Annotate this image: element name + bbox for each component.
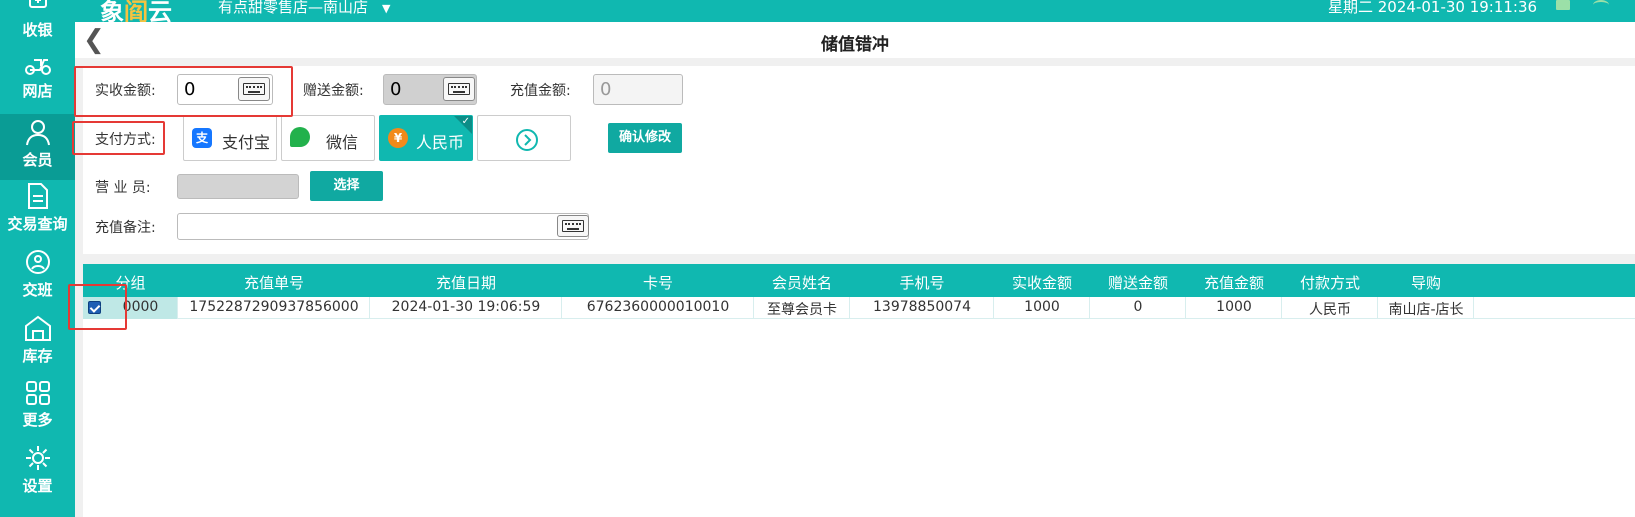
chevron-circle-right-icon bbox=[516, 129, 538, 151]
store-selector[interactable]: 有点甜零售店—南山店 ▼ bbox=[218, 0, 390, 17]
select-staff-button[interactable]: 选择 bbox=[310, 171, 383, 201]
shift-icon bbox=[25, 250, 50, 274]
recharge-amount-input: 0 bbox=[593, 74, 683, 105]
check-icon: ✓ bbox=[461, 116, 470, 127]
cell-phone: 13978850074 bbox=[873, 299, 971, 315]
sidebar-item-label: 设置 bbox=[22, 477, 53, 495]
cell-date: 2024-01-30 19:06:59 bbox=[391, 299, 541, 315]
sidebar-item-label: 网店 bbox=[22, 82, 53, 100]
payment-alipay-label: 支付宝 bbox=[222, 133, 271, 152]
sidebar-item-label: 更多 bbox=[22, 411, 53, 429]
recharge-table: 分组 充值单号 充值日期 卡号 会员姓名 手机号 实收金额 赠送金额 充值金额 … bbox=[83, 264, 1635, 517]
delivery-icon bbox=[24, 59, 51, 75]
sidebar: 收银 网店 会员 交易查询 交班 库存 更多 设置 bbox=[0, 0, 75, 517]
col-header: 卡号 bbox=[642, 274, 673, 292]
sidebar-item-cashier[interactable]: 收银 bbox=[0, 0, 75, 56]
recharge-amount-label: 充值金额: bbox=[510, 83, 571, 99]
cell-member-name: 至尊会员卡 bbox=[767, 302, 837, 318]
cell-recharge-amount: 1000 bbox=[1216, 299, 1252, 315]
recharge-amount-value: 0 bbox=[600, 79, 612, 100]
highlight-payment-label bbox=[72, 121, 165, 155]
table-header: 分组 充值单号 充值日期 卡号 会员姓名 手机号 实收金额 赠送金额 充值金额 … bbox=[83, 264, 1635, 297]
wechat-icon bbox=[290, 127, 310, 147]
payment-more-button[interactable] bbox=[477, 115, 571, 161]
sidebar-item-label: 交班 bbox=[22, 281, 53, 299]
sidebar-item-label: 会员 bbox=[22, 151, 53, 169]
col-header: 充值金额 bbox=[1203, 274, 1264, 292]
remark-input[interactable] bbox=[177, 213, 589, 240]
grid-icon bbox=[25, 381, 50, 405]
cell-guide: 南山店-店长 bbox=[1388, 302, 1464, 318]
col-header: 手机号 bbox=[899, 274, 945, 292]
col-header: 充值日期 bbox=[435, 274, 496, 292]
table-row[interactable]: 0000 1752287290937856000 2024-01-30 19:0… bbox=[83, 297, 1635, 319]
keyboard-icon[interactable] bbox=[443, 77, 475, 101]
member-icon bbox=[25, 120, 50, 146]
col-header: 赠送金额 bbox=[1107, 274, 1168, 292]
remark-label: 充值备注: bbox=[95, 220, 156, 236]
battery-icon bbox=[1556, 0, 1570, 10]
sidebar-item-label: 库存 bbox=[22, 347, 53, 365]
warehouse-icon bbox=[24, 315, 51, 341]
sidebar-item-more[interactable]: 更多 bbox=[0, 380, 75, 446]
cashier-icon bbox=[28, 0, 47, 8]
highlight-row-checkbox bbox=[68, 284, 127, 330]
staff-input[interactable] bbox=[177, 174, 299, 199]
gear-icon bbox=[25, 446, 50, 470]
sidebar-item-settings[interactable]: 设置 bbox=[0, 444, 75, 510]
payment-alipay-button[interactable]: 支 支付宝 bbox=[183, 115, 277, 161]
sidebar-item-label: 交易查询 bbox=[7, 215, 68, 233]
sidebar-item-inventory[interactable]: 库存 bbox=[0, 314, 75, 380]
payment-wechat-button[interactable]: 微信 bbox=[281, 115, 375, 161]
store-name: 有点甜零售店—南山店 bbox=[218, 0, 369, 16]
keyboard-icon[interactable] bbox=[557, 215, 589, 237]
sidebar-item-member[interactable]: 会员 bbox=[0, 114, 75, 180]
sidebar-item-label: 收银 bbox=[22, 21, 53, 39]
cell-payment-method: 人民币 bbox=[1309, 302, 1351, 318]
gift-amount-label: 赠送金额: bbox=[303, 83, 364, 99]
payment-rmb-button[interactable]: ¥ 人民币 ✓ bbox=[379, 115, 473, 161]
cell-card-no: 6762360000010010 bbox=[586, 299, 730, 315]
document-icon bbox=[27, 183, 48, 209]
sidebar-item-shift[interactable]: 交班 bbox=[0, 248, 75, 314]
title-bar: ❮ 储值错冲 bbox=[75, 22, 1635, 58]
col-header: 会员姓名 bbox=[771, 274, 832, 292]
datetime-display: 星期二 2024-01-30 19:11:36 bbox=[1328, 0, 1538, 16]
alipay-icon: 支 bbox=[192, 128, 212, 148]
sidebar-item-transactions[interactable]: 交易查询 bbox=[0, 182, 75, 248]
gift-amount-value: 0 bbox=[390, 79, 402, 100]
cell-order-no: 1752287290937856000 bbox=[189, 299, 359, 315]
top-bar: 象阎云 有点甜零售店—南山店 ▼ 星期二 2024-01-30 19:11:36 bbox=[0, 0, 1635, 26]
cell-actual-amount: 1000 bbox=[1024, 299, 1060, 315]
page-title: 储值错冲 bbox=[821, 35, 889, 55]
wifi-icon bbox=[1593, 0, 1609, 10]
staff-label: 营 业 员: bbox=[95, 180, 151, 196]
col-header: 充值单号 bbox=[243, 274, 304, 292]
col-header: 实收金额 bbox=[1011, 274, 1072, 292]
col-header: 付款方式 bbox=[1299, 274, 1360, 292]
cell-gift-amount: 0 bbox=[1133, 299, 1143, 315]
highlight-actual-amount bbox=[74, 66, 293, 117]
rmb-icon: ¥ bbox=[388, 128, 408, 148]
chevron-down-icon: ▼ bbox=[382, 2, 391, 15]
confirm-button[interactable]: 确认修改 bbox=[608, 123, 682, 153]
payment-wechat-label: 微信 bbox=[326, 133, 359, 152]
sidebar-item-online-store[interactable]: 网店 bbox=[0, 51, 75, 117]
col-header: 导购 bbox=[1410, 274, 1441, 292]
